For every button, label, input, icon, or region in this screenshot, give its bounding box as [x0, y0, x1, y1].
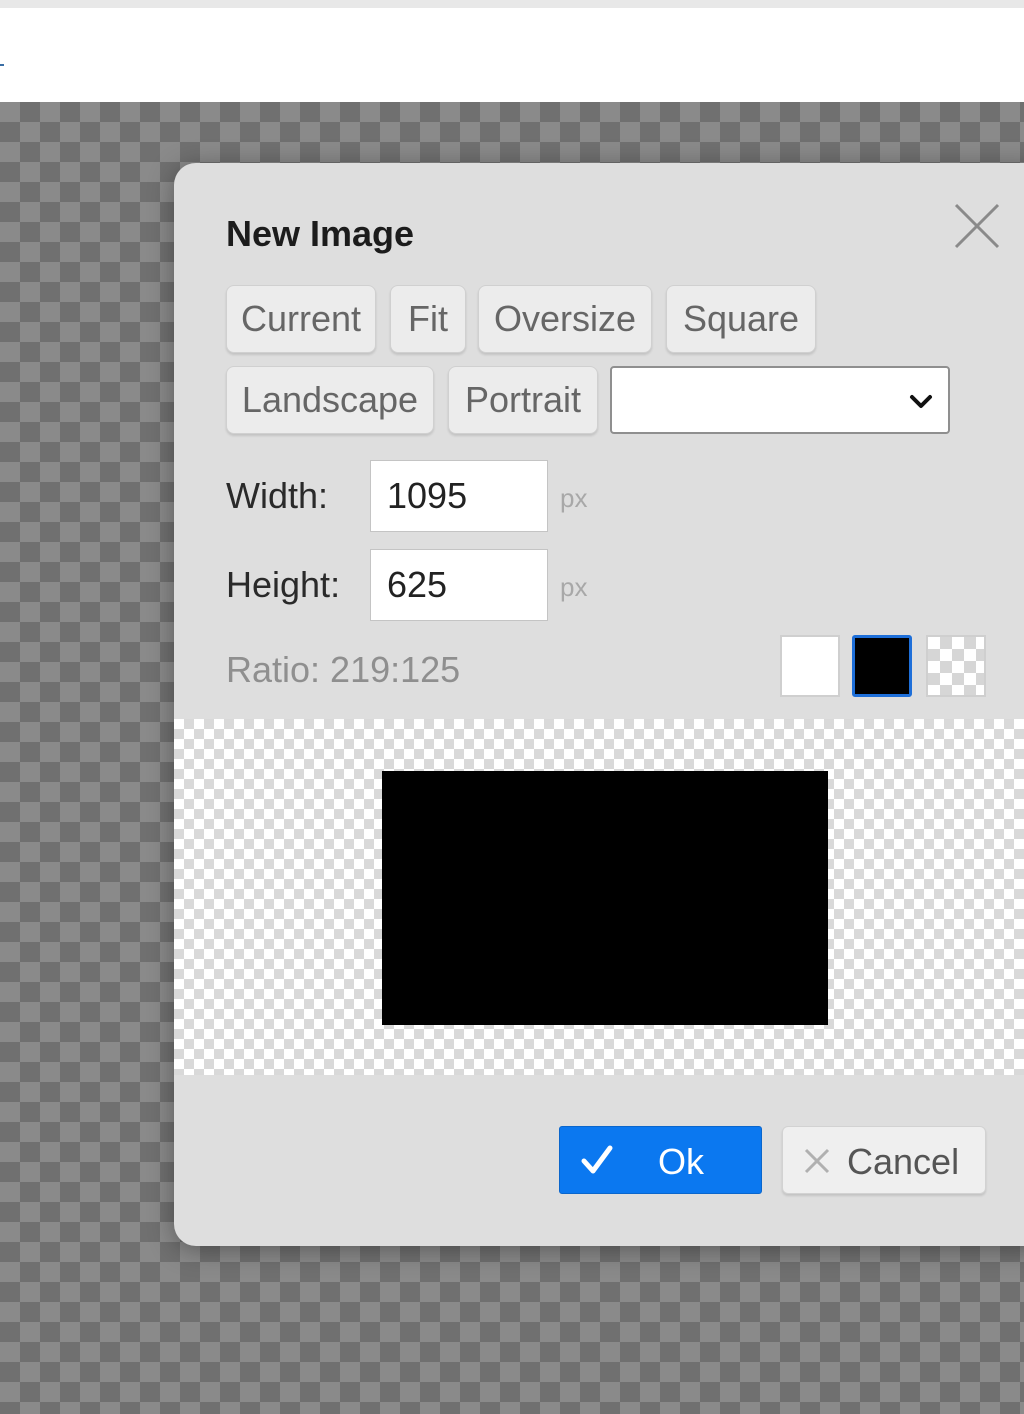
- size-preset-select[interactable]: [610, 366, 950, 434]
- preset-current-button[interactable]: Current: [226, 285, 376, 353]
- width-input[interactable]: [370, 460, 548, 532]
- image-preview: [382, 771, 828, 1025]
- cancel-button-label: Cancel: [847, 1141, 960, 1182]
- dialog-title: New Image: [226, 213, 415, 254]
- top-toolbar: [0, 8, 1024, 102]
- width-unit: px: [560, 483, 588, 513]
- close-button[interactable]: [952, 201, 1002, 251]
- ok-button-label: Ok: [658, 1141, 705, 1182]
- preset-portrait-button[interactable]: Portrait: [448, 366, 598, 434]
- height-label: Height:: [226, 564, 341, 605]
- close-icon: [954, 203, 1000, 249]
- chevron-down-icon: [910, 395, 932, 408]
- background-white-swatch[interactable]: [780, 635, 840, 697]
- x-icon: [804, 1148, 830, 1174]
- preset-landscape-button[interactable]: Landscape: [226, 366, 434, 434]
- preset-square-button[interactable]: Square: [666, 285, 816, 353]
- preset-fit-button[interactable]: Fit: [390, 285, 466, 353]
- background-transparent-swatch[interactable]: [926, 635, 986, 697]
- height-input[interactable]: [370, 549, 548, 621]
- new-image-dialog: New Image Current Fit Oversize Square La…: [174, 163, 1024, 1246]
- aspect-ratio-text: Ratio: 219:125: [226, 649, 461, 690]
- image-preview-area: [174, 719, 1024, 1075]
- background-black-swatch[interactable]: [852, 635, 912, 697]
- width-label: Width:: [226, 475, 329, 516]
- toolbar-edge-mark: [0, 64, 4, 66]
- height-unit: px: [560, 572, 588, 602]
- cancel-button[interactable]: Cancel: [782, 1126, 986, 1194]
- window-top-strip: [0, 0, 1024, 8]
- preset-oversize-button[interactable]: Oversize: [478, 285, 652, 353]
- ok-button[interactable]: Ok: [559, 1126, 762, 1194]
- check-icon: [581, 1145, 613, 1174]
